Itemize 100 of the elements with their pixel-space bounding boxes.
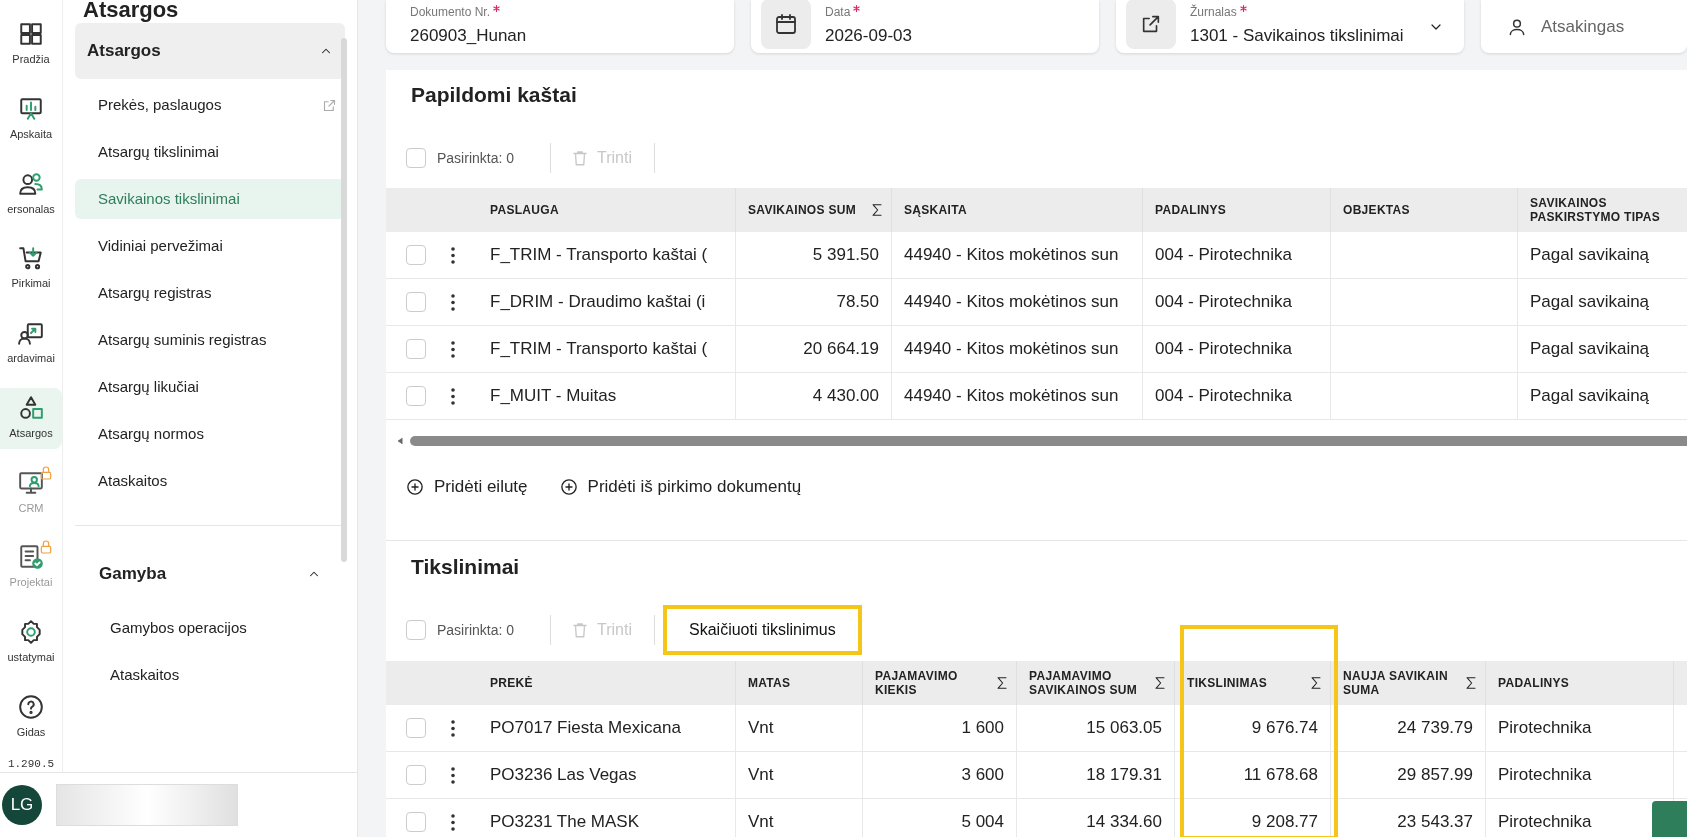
- sidebar-item[interactable]: Ataskaitos: [87, 655, 333, 695]
- row-checkbox[interactable]: [406, 292, 426, 312]
- table-cell: Pirotechnika: [1485, 705, 1673, 751]
- more-vertical-icon: [451, 719, 455, 737]
- header-field[interactable]: Data 2026-09-03: [751, 0, 1099, 53]
- sidebar-item[interactable]: Prekės, paslaugos: [75, 85, 345, 125]
- document-check-icon: [18, 544, 44, 571]
- more-vertical-icon: [451, 387, 455, 405]
- table-cell-text: PO7017 Fiesta Mexicana: [490, 717, 682, 740]
- calculate-button[interactable]: Skaičiuoti tikslinimus: [663, 605, 862, 655]
- sum-icon: [1308, 674, 1324, 692]
- sidebar-item[interactable]: Atsargų suminis registras: [75, 320, 345, 360]
- action-button[interactable]: [1652, 801, 1687, 837]
- table-cell-text: F_TRIM - Transporto kaštai (: [490, 338, 709, 361]
- open-link-button[interactable]: [1126, 0, 1176, 49]
- person-chart-icon: [18, 320, 44, 347]
- trash-icon: [571, 621, 590, 639]
- grid-icon: [18, 21, 44, 48]
- select-all-checkbox[interactable]: [406, 148, 426, 168]
- row-checkbox[interactable]: [406, 245, 426, 265]
- add-button[interactable]: Pridėti iš pirkimo dokumentų: [559, 474, 802, 500]
- sidebar-item[interactable]: Vidiniai pervežimai: [75, 226, 345, 266]
- trash-icon: [571, 149, 590, 167]
- row-checkbox[interactable]: [406, 765, 426, 785]
- table-cell: Pagal savikainą: [1517, 373, 1687, 419]
- row-checkbox[interactable]: [406, 386, 426, 406]
- row-checkbox[interactable]: [406, 339, 426, 359]
- row-checkbox[interactable]: [406, 812, 426, 832]
- cart-icon: [18, 245, 44, 272]
- scrollbar-thumb[interactable]: [341, 38, 347, 562]
- settings-icon: [18, 619, 44, 646]
- sidebar-item[interactable]: Atsargų likučiai: [75, 367, 345, 407]
- header-field[interactable]: Dokumento Nr. 260903_Hunan: [386, 0, 734, 53]
- calendar-icon: [774, 11, 798, 36]
- table-cell: 44940 - Kitos mokėtinos sun: [891, 373, 1142, 419]
- section-title: Papildomi kaštai: [410, 82, 578, 109]
- sidebar-item[interactable]: Atsargų registras: [75, 273, 345, 313]
- table-cell: 29 857.99: [1330, 752, 1485, 798]
- add-button[interactable]: Pridėti eilutę: [406, 474, 528, 500]
- table-cell: Vnt: [735, 705, 862, 751]
- calendar-button[interactable]: [761, 0, 811, 49]
- scroll-left-icon: [396, 436, 404, 446]
- table-cell: Pagal savikainą: [1517, 326, 1687, 372]
- sidebar-item[interactable]: Atsargų normos: [75, 414, 345, 454]
- sidebar-item[interactable]: Ataskaitos: [75, 461, 345, 501]
- table-cell: Vnt: [735, 752, 862, 798]
- column-header[interactable]: PASLAUGA: [490, 188, 735, 232]
- section-title: Tikslinimai: [410, 554, 521, 581]
- more-vertical-icon: [451, 246, 455, 264]
- nav-rail-item[interactable]: Gidas: [0, 686, 62, 748]
- nav-rail-item[interactable]: Pirkimai: [0, 238, 62, 299]
- lock-icon: [38, 464, 54, 481]
- table-cell-text: PO3236 Las Vegas: [490, 764, 638, 787]
- sidebar-item[interactable]: Atsargų tikslinimai: [75, 132, 345, 172]
- table-cell: 44940 - Kitos mokėtinos sun: [891, 232, 1142, 278]
- table-cell-text: PO3231 The MASK: [490, 811, 640, 834]
- table-cell: 9 208.77: [1174, 799, 1330, 837]
- table-cell: 44940 - Kitos mokėtinos sun: [891, 326, 1142, 372]
- sum-icon: [1152, 674, 1168, 692]
- table-cell: 004 - Pirotechnika: [1142, 279, 1330, 325]
- table-cell: 9 676.74: [1174, 705, 1330, 751]
- table-cell: 5 391.50: [735, 232, 891, 278]
- sidebar-title: Atsargos: [82, 0, 180, 23]
- table-cell: 1 600: [862, 705, 1016, 751]
- table-cell: 78.50: [735, 279, 891, 325]
- column-header[interactable]: PREKĖ: [490, 661, 735, 705]
- table-cell: 23 543.37: [1330, 799, 1485, 837]
- select-all-checkbox[interactable]: [406, 620, 426, 640]
- table-cell: 14 334.60: [1016, 799, 1174, 837]
- people-icon: [18, 170, 44, 197]
- nav-rail-item[interactable]: Pradžia: [0, 14, 62, 75]
- header-field[interactable]: Žurnalas 1301 - Savikainos tikslinimai: [1116, 0, 1464, 53]
- header-field[interactable]: Atsakingas: [1481, 0, 1687, 53]
- sidebar-item[interactable]: Gamybos operacijos: [87, 608, 333, 648]
- selected-count: Pasirinkta: 0: [437, 620, 515, 640]
- table-cell: 18 179.31: [1016, 752, 1174, 798]
- table-cell-text: F_TRIM - Transporto kaštai (: [490, 244, 709, 267]
- group-header[interactable]: Atsargos: [75, 23, 345, 79]
- row-checkbox[interactable]: [406, 718, 426, 738]
- table-cell: Pirotechnika: [1485, 752, 1673, 798]
- nav-rail-item[interactable]: Apskaita: [0, 88, 62, 150]
- nav-rail-item[interactable]: ardavimai: [0, 313, 62, 374]
- table-cell: Pagal savikainą: [1517, 232, 1687, 278]
- table-cell-text: F_DRIM - Draudimo kaštai (i: [490, 291, 707, 314]
- selected-count: Pasirinkta: 0: [437, 148, 515, 168]
- horizontal-scrollbar[interactable]: [410, 436, 1687, 446]
- nav-rail-item[interactable]: ersonalas: [0, 163, 62, 225]
- group-header[interactable]: Gamyba: [87, 546, 333, 602]
- table-cell: 5 004: [862, 799, 1016, 837]
- plus-circle-icon: [406, 478, 424, 496]
- plus-circle-icon: [559, 478, 578, 496]
- table-cell: 24 739.79: [1330, 705, 1485, 751]
- nav-rail-item[interactable]: Atsargos: [0, 387, 62, 449]
- sum-icon: [1463, 674, 1479, 692]
- more-vertical-icon: [451, 766, 455, 784]
- nav-rail-item[interactable]: ustatymai: [0, 612, 62, 673]
- more-vertical-icon: [451, 813, 455, 831]
- monitor-person-icon: [18, 469, 44, 496]
- external-link-icon: [322, 97, 337, 113]
- avatar[interactable]: LG: [2, 785, 42, 825]
